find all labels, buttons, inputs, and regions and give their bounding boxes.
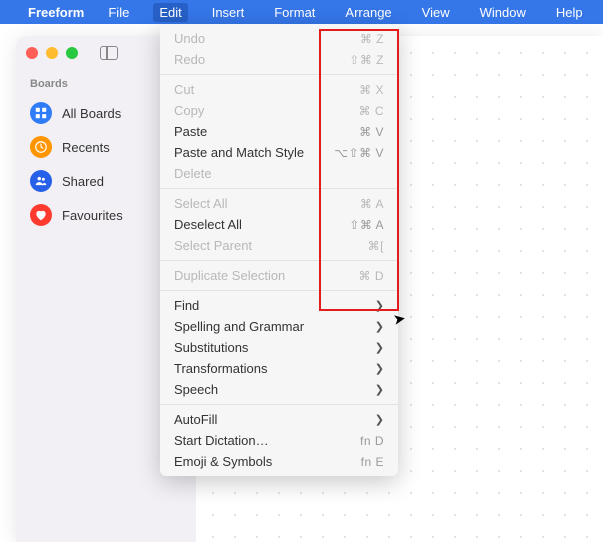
menu-item-label: Redo: [174, 52, 205, 67]
menu-item-transformations[interactable]: Transformations ❯: [160, 358, 398, 379]
chevron-right-icon: ❯: [375, 362, 384, 375]
menu-shortcut: ⇧⌘ A: [349, 218, 384, 232]
menu-shortcut: ⌘[: [368, 239, 384, 253]
menu-item-find[interactable]: Find ❯: [160, 295, 398, 316]
menu-edit[interactable]: Edit: [153, 3, 187, 22]
people-icon: [30, 170, 52, 192]
menu-separator: [160, 404, 398, 405]
menu-item-label: Find: [174, 298, 199, 313]
menu-shortcut: ⇧⌘ Z: [349, 53, 384, 67]
menu-item-label: Start Dictation…: [174, 433, 269, 448]
menu-shortcut: ⌘ V: [359, 125, 384, 139]
chevron-right-icon: ❯: [375, 413, 384, 426]
menu-item-substitutions[interactable]: Substitutions ❯: [160, 337, 398, 358]
menu-item-cut: Cut ⌘ X: [160, 79, 398, 100]
sidebar-item-label: Recents: [62, 140, 110, 155]
menu-item-autofill[interactable]: AutoFill ❯: [160, 409, 398, 430]
menu-item-duplicate-selection: Duplicate Selection ⌘ D: [160, 265, 398, 286]
heart-icon: [30, 204, 52, 226]
sidebar-item-label: Favourites: [62, 208, 123, 223]
menu-insert[interactable]: Insert: [206, 3, 251, 22]
menu-view[interactable]: View: [416, 3, 456, 22]
menu-item-label: Deselect All: [174, 217, 242, 232]
menu-shortcut: ⌘ A: [360, 197, 384, 211]
menu-separator: [160, 260, 398, 261]
menu-format[interactable]: Format: [268, 3, 321, 22]
menu-item-select-all: Select All ⌘ A: [160, 193, 398, 214]
menu-separator: [160, 290, 398, 291]
menu-item-label: Delete: [174, 166, 212, 181]
menu-item-redo: Redo ⇧⌘ Z: [160, 49, 398, 70]
menu-shortcut: ⌘ D: [359, 269, 385, 283]
menu-item-undo: Undo ⌘ Z: [160, 28, 398, 49]
minimize-button[interactable]: [46, 47, 58, 59]
chevron-right-icon: ❯: [375, 299, 384, 312]
menu-item-start-dictation[interactable]: Start Dictation… fn D: [160, 430, 398, 451]
grid-icon: [30, 102, 52, 124]
menu-item-label: Substitutions: [174, 340, 248, 355]
edit-dropdown-menu: Undo⌘ ZRedo⇧⌘ ZCut⌘ XCopy⌘ CPaste⌘ VPast…: [160, 24, 398, 476]
menu-shortcut: ⌘ X: [359, 83, 384, 97]
menu-help[interactable]: Help: [550, 3, 589, 22]
menu-item-label: AutoFill: [174, 412, 217, 427]
menu-separator: [160, 188, 398, 189]
menu-item-label: Spelling and Grammar: [174, 319, 304, 334]
chevron-right-icon: ❯: [375, 383, 384, 396]
sidebar-item-label: Shared: [62, 174, 104, 189]
menu-item-spelling-and-grammar[interactable]: Spelling and Grammar ❯: [160, 316, 398, 337]
menu-item-label: Transformations: [174, 361, 267, 376]
sidebar-item-label: All Boards: [62, 106, 121, 121]
menu-item-delete: Delete: [160, 163, 398, 184]
chevron-right-icon: ❯: [375, 320, 384, 333]
menu-arrange[interactable]: Arrange: [339, 3, 397, 22]
close-button[interactable]: [26, 47, 38, 59]
menu-item-copy: Copy ⌘ C: [160, 100, 398, 121]
menu-shortcut: ⌘ C: [359, 104, 385, 118]
menu-shortcut: ⌥⇧⌘ V: [334, 146, 384, 160]
menu-file[interactable]: File: [102, 3, 135, 22]
menu-shortcut: ⌘ Z: [360, 32, 384, 46]
menu-item-select-parent: Select Parent ⌘[: [160, 235, 398, 256]
menu-item-label: Speech: [174, 382, 218, 397]
menu-item-label: Emoji & Symbols: [174, 454, 272, 469]
maximize-button[interactable]: [66, 47, 78, 59]
menu-window[interactable]: Window: [474, 3, 532, 22]
menu-item-label: Select All: [174, 196, 227, 211]
menu-item-speech[interactable]: Speech ❯: [160, 379, 398, 400]
menu-item-emoji-symbols[interactable]: Emoji & Symbols fn E: [160, 451, 398, 472]
menu-item-label: Duplicate Selection: [174, 268, 285, 283]
menu-shortcut: fn D: [360, 434, 384, 448]
sidebar-toggle-icon[interactable]: [100, 46, 118, 60]
menu-item-label: Select Parent: [174, 238, 252, 253]
menu-item-label: Paste and Match Style: [174, 145, 304, 160]
menu-item-paste-and-match-style[interactable]: Paste and Match Style ⌥⇧⌘ V: [160, 142, 398, 163]
menu-item-label: Copy: [174, 103, 204, 118]
menu-item-deselect-all[interactable]: Deselect All ⇧⌘ A: [160, 214, 398, 235]
menu-separator: [160, 74, 398, 75]
menu-item-label: Undo: [174, 31, 205, 46]
chevron-right-icon: ❯: [375, 341, 384, 354]
app-name[interactable]: Freeform: [28, 5, 84, 20]
menu-item-label: Paste: [174, 124, 207, 139]
clock-icon: [30, 136, 52, 158]
menu-item-label: Cut: [174, 82, 194, 97]
menubar: Freeform File Edit Insert Format Arrange…: [0, 0, 603, 24]
menu-shortcut: fn E: [361, 455, 384, 469]
menu-item-paste[interactable]: Paste ⌘ V: [160, 121, 398, 142]
